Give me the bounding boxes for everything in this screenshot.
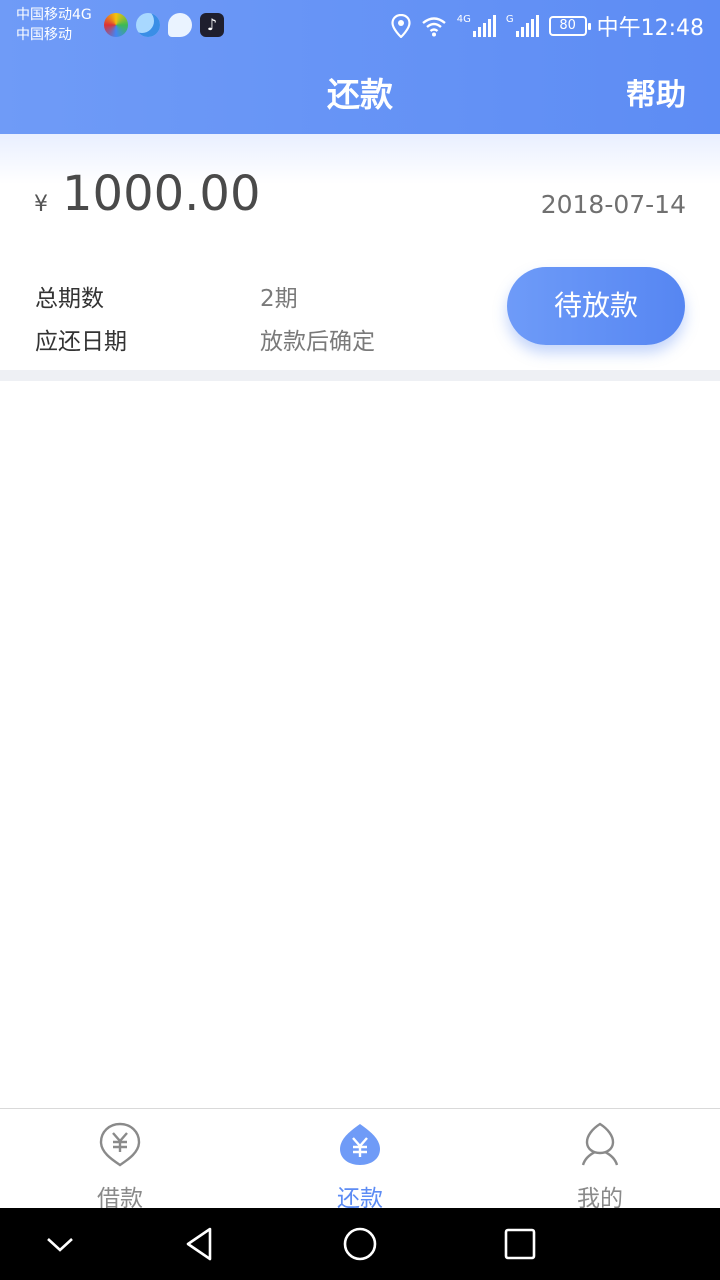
loan-amount: 1000.00 bbox=[62, 166, 261, 222]
back-icon[interactable] bbox=[182, 1226, 218, 1262]
clock: 中午12:48 bbox=[596, 16, 704, 41]
section-divider bbox=[0, 370, 720, 381]
carrier-line-1: 中国移动4G bbox=[16, 7, 92, 23]
home-icon[interactable] bbox=[342, 1226, 378, 1262]
wifi-icon bbox=[421, 17, 446, 37]
message-app-icon bbox=[168, 13, 192, 37]
loan-date: 2018-07-14 bbox=[540, 190, 686, 219]
carrier-line-2: 中国移动 bbox=[16, 27, 72, 43]
status-bar: 中国移动4G 中国移动 ♪ 4G G 80 中午12:48 bbox=[0, 0, 720, 48]
tiktok-app-icon: ♪ bbox=[200, 13, 224, 37]
browser-app-icon bbox=[104, 13, 128, 37]
help-button[interactable]: 帮助 bbox=[626, 70, 686, 114]
due-date-value: 放款后确定 bbox=[260, 329, 375, 355]
signal-bars-2-icon bbox=[515, 15, 539, 37]
collapse-down-icon[interactable] bbox=[42, 1226, 78, 1262]
cloud-app-icon bbox=[136, 13, 160, 37]
tab-mine[interactable]: 我的 bbox=[480, 1109, 720, 1212]
battery-icon: 80 bbox=[548, 16, 591, 36]
periods-value: 2期 bbox=[260, 286, 298, 312]
pending-disbursement-button[interactable]: 待放款 bbox=[507, 267, 685, 345]
user-icon bbox=[581, 1122, 619, 1166]
tab-borrow[interactable]: 借款 bbox=[0, 1109, 240, 1212]
recent-apps-icon[interactable] bbox=[502, 1226, 538, 1262]
currency-symbol: ¥ bbox=[34, 192, 48, 217]
due-date-label: 应还日期 bbox=[35, 329, 127, 355]
tab-repay[interactable]: 还款 bbox=[240, 1109, 480, 1212]
bottom-tab-bar: 借款 还款 我的 bbox=[0, 1108, 720, 1212]
carrier-info: 中国移动4G 中国移动 bbox=[16, 5, 92, 45]
status-indicators: 4G G 80 中午12:48 bbox=[391, 10, 704, 42]
notification-icons: ♪ bbox=[104, 13, 224, 37]
signal-bars-1-icon bbox=[472, 15, 496, 37]
loan-card: ¥ 1000.00 2018-07-14 总期数 2期 应还日期 放款后确定 待… bbox=[0, 134, 720, 370]
signal-2: G bbox=[506, 15, 539, 37]
periods-label: 总期数 bbox=[35, 286, 104, 312]
system-nav-bar bbox=[0, 1208, 720, 1280]
network-label-2: G bbox=[505, 14, 514, 25]
yen-drop-icon bbox=[340, 1124, 380, 1165]
page-title: 还款 bbox=[327, 75, 393, 114]
network-label-1: 4G bbox=[456, 14, 471, 25]
signal-1: 4G bbox=[457, 15, 496, 37]
yen-pin-icon bbox=[99, 1122, 141, 1167]
app-header: 中国移动4G 中国移动 ♪ 4G G 80 中午12:48 还款 帮助 bbox=[0, 0, 720, 134]
location-icon bbox=[391, 14, 411, 38]
nav-bar: 还款 帮助 bbox=[0, 48, 720, 134]
